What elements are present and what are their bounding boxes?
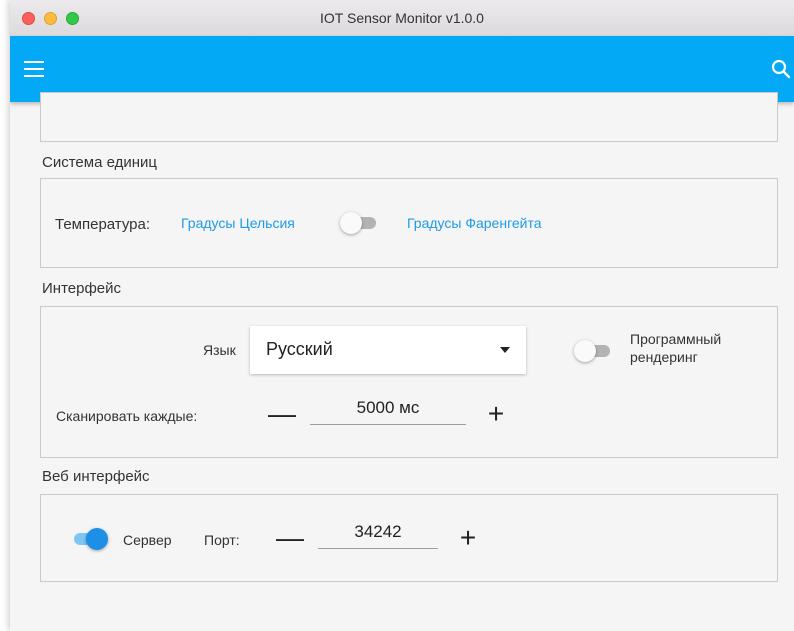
units-card: Температура: Градусы Цельсия Градусы Фар… [40,178,778,268]
server-label: Сервер [123,532,172,548]
scan-increment-button[interactable]: + [484,400,508,428]
chevron-down-icon [500,347,510,353]
celsius-option[interactable]: Градусы Цельсия [181,215,295,231]
search-icon[interactable] [770,58,792,80]
scan-interval-input[interactable]: 5000 мс [310,396,466,425]
server-toggle[interactable] [70,528,108,550]
scan-interval-label: Сканировать каждые: [56,408,198,424]
language-label: Язык [203,342,236,358]
port-increment-button[interactable]: + [456,524,480,552]
title-bar: IOT Sensor Monitor v1.0.0 [10,0,794,37]
software-rendering-label: Программный рендеринг [630,331,722,365]
window-title: IOT Sensor Monitor v1.0.0 [320,10,484,26]
language-select-value: Русский [266,339,333,359]
previous-settings-card [40,92,778,142]
port-decrement-button[interactable]: — [276,524,304,552]
software-rendering-toggle[interactable] [574,340,612,362]
language-select[interactable]: Русский [250,326,526,374]
fahrenheit-option[interactable]: Градусы Фаренгейта [407,215,542,231]
temperature-unit-toggle[interactable] [340,212,378,234]
port-input[interactable]: 34242 [318,520,438,549]
units-section-title: Система единиц [42,154,157,171]
app-window: IOT Sensor Monitor v1.0.0 Система единиц… [10,0,794,631]
hamburger-menu-icon[interactable] [24,61,44,77]
interface-section-title: Интерфейс [42,280,122,297]
scan-decrement-button[interactable]: — [268,400,296,428]
port-label: Порт: [204,532,240,548]
web-section-title: Веб интерфейс [42,468,150,485]
temperature-label: Температура: [55,216,151,233]
